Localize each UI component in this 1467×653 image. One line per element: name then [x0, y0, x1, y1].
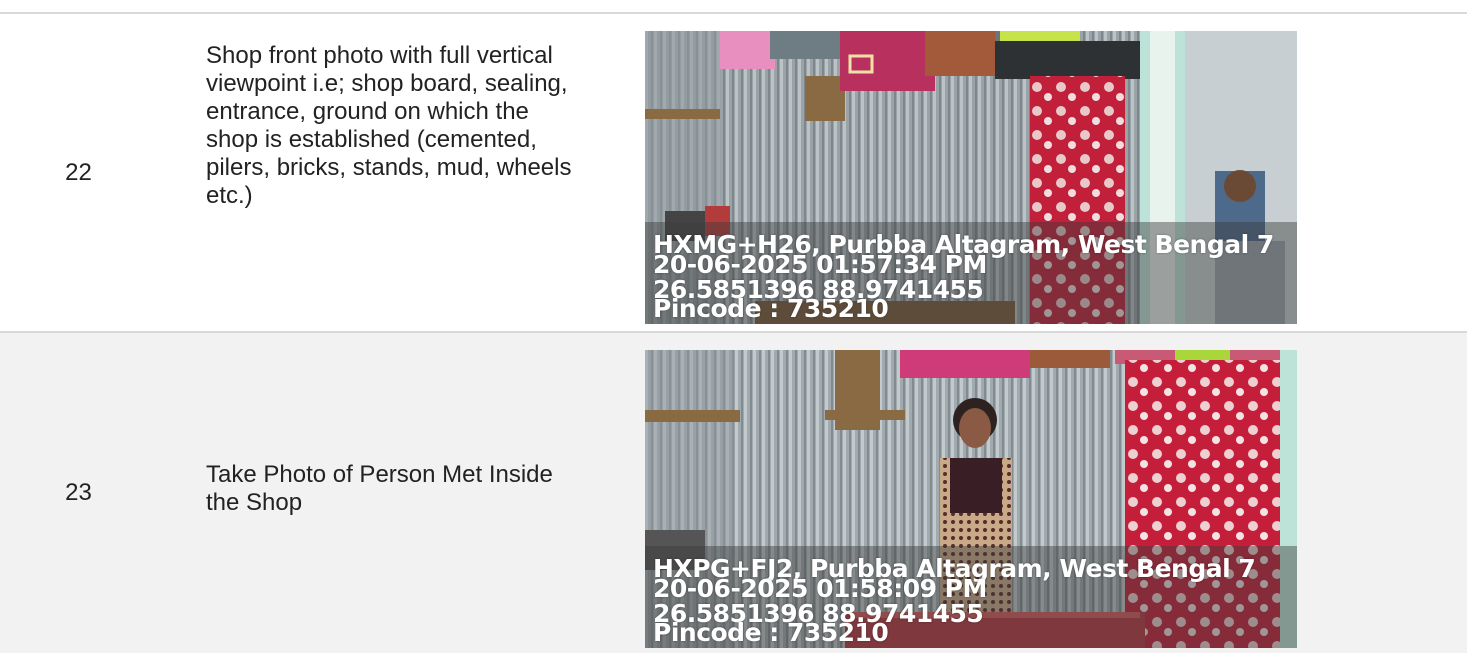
photo-pincode: Pincode : 735210	[653, 618, 889, 647]
row-number: 22	[65, 159, 92, 186]
photo-stamp-overlay: HXMG+H26, Purbba Altagram, West Bengal 7…	[645, 222, 1297, 324]
row-description: Take Photo of Person Met Inside the Shop	[206, 461, 553, 516]
table-row: 22 Shop front photo with full vertical v…	[0, 12, 1467, 332]
document-table: 22 Shop front photo with full vertical v…	[0, 0, 1467, 653]
row-number: 23	[65, 479, 92, 506]
row-description: Shop front photo with full vertical view…	[206, 42, 572, 209]
person-met-photo: HXPG+FJ2, Purbba Altagram, West Bengal 7…	[645, 350, 1297, 648]
photo-pincode: Pincode : 735210	[653, 294, 889, 323]
photo-stamp-overlay: HXPG+FJ2, Purbba Altagram, West Bengal 7…	[645, 546, 1297, 648]
table-row: 23 Take Photo of Person Met Inside the S…	[0, 331, 1467, 653]
shop-front-photo: HXMG+H26, Purbba Altagram, West Bengal 7…	[645, 31, 1297, 324]
